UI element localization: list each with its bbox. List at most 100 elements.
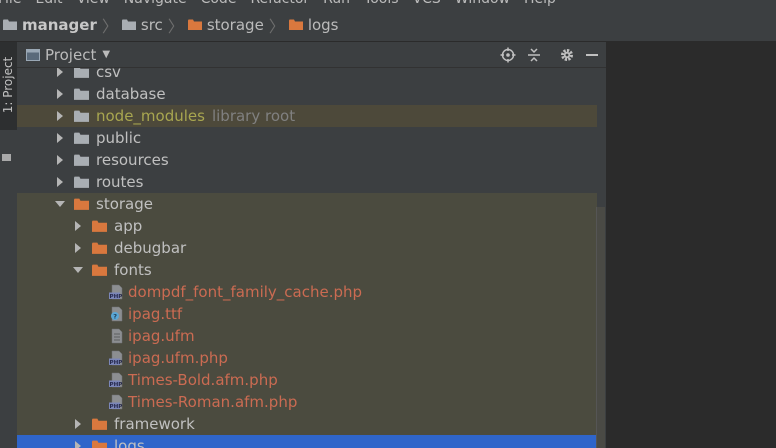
project-tool-tab[interactable]: 1: Project [0, 42, 17, 130]
breadcrumb-separator: 〉 [268, 16, 285, 36]
expanded-arrow-icon[interactable] [55, 199, 65, 209]
tree-folder-item[interactable]: app [17, 215, 597, 237]
menu-item-vcs[interactable]: VCS [413, 0, 441, 7]
tree-file-item[interactable]: ipag.ufm [17, 325, 597, 347]
menu-item-view[interactable]: View [77, 0, 110, 7]
collapse-icon[interactable] [526, 47, 542, 63]
tree-folder-item[interactable]: node_modules library root [17, 105, 597, 127]
tree-file-item[interactable]: PHP Times-Roman.afm.php [17, 391, 597, 413]
breadcrumb-item-manager[interactable]: manager 〉 [3, 13, 122, 37]
php-file-icon: PHP [109, 394, 123, 410]
tree-folder-item[interactable]: framework [17, 413, 597, 435]
tree-item-label: Times-Roman.afm.php [128, 393, 298, 411]
collapsed-arrow-icon[interactable] [55, 111, 65, 121]
php-file-icon: PHP [109, 350, 122, 366]
project-panel: Project ▼ csv database node_modules library… [17, 42, 606, 448]
menu-item-help[interactable]: Help [524, 0, 556, 7]
svg-text:PHP: PHP [110, 404, 123, 410]
panel-project-icon [26, 48, 40, 61]
folder-icon [121, 19, 136, 30]
tree-item-label: dompdf_font_family_cache.php [128, 283, 363, 301]
folder-icon [3, 19, 17, 30]
folder-icon [92, 418, 107, 430]
tree-item-label: csv [96, 68, 121, 81]
collapsed-arrow-icon[interactable] [73, 243, 83, 253]
breadcrumb-label: logs [307, 15, 339, 34]
php-file-icon: PHP [109, 284, 123, 300]
tree-file-item[interactable]: PHP Times-Bold.afm.php [17, 369, 597, 391]
unknown-file-icon: ? [111, 306, 123, 322]
tree-file-item[interactable]: PHP dompdf_font_family_cache.php [17, 281, 597, 303]
tree-folder-item[interactable]: public [17, 127, 597, 149]
collapsed-arrow-icon[interactable] [73, 441, 83, 448]
project-panel-header: Project ▼ [17, 42, 606, 68]
tree-item-label: public [96, 129, 142, 147]
view-dropdown-icon[interactable]: ▼ [102, 49, 110, 60]
library-root-label: library root [211, 107, 296, 125]
menu-item-run[interactable]: Run [323, 0, 350, 7]
menu-item-navigate[interactable]: Navigate [124, 0, 187, 7]
gear-icon[interactable] [559, 47, 575, 63]
svg-text:?: ? [113, 313, 117, 321]
breadcrumb-separator: 〉 [101, 16, 118, 36]
tree-file-item[interactable]: PHP ipag.ufm.php [17, 347, 597, 369]
text-file-icon [111, 328, 123, 344]
folder-icon [187, 19, 202, 30]
menu-item-refactor[interactable]: Refactor [250, 0, 309, 7]
svg-text:PHP: PHP [110, 294, 123, 300]
collapsed-arrow-icon[interactable] [55, 68, 65, 77]
menu-item-file[interactable]: File [0, 0, 21, 7]
tool-window-strip: 1: Project [0, 42, 18, 448]
breadcrumb-separator: 〉 [167, 16, 184, 36]
tree-item-label: framework [114, 415, 195, 433]
tree-item-label: app [114, 217, 143, 235]
menu-item-edit[interactable]: Edit [35, 0, 62, 7]
tree-item-label: ipag.ufm [128, 327, 195, 345]
tree-item-label: fonts [114, 261, 152, 279]
hide-icon[interactable] [584, 47, 600, 63]
breadcrumb-item-storage[interactable]: storage 〉 [187, 13, 289, 37]
folder-icon [288, 19, 303, 30]
collapsed-arrow-icon[interactable] [73, 419, 83, 429]
tree-folder-item[interactable]: debugbar [17, 237, 597, 259]
breadcrumb-item-logs[interactable]: logs [288, 15, 339, 34]
tree-file-item[interactable]: ? ipag.ttf [17, 303, 597, 325]
menu-bar: File Edit View Navigate Code Refactor Run Tools… [0, 0, 776, 8]
tree-item-label: ipag.ttf [128, 305, 183, 323]
tree-item-label: debugbar [114, 239, 187, 257]
collapsed-arrow-icon[interactable] [55, 89, 65, 99]
tree-folder-item[interactable]: csv [17, 68, 597, 83]
breadcrumb: manager 〉 src 〉 storage 〉 logs [0, 8, 776, 42]
tree-folder-item[interactable]: resources [17, 149, 597, 171]
scrollbar-thumb[interactable] [596, 207, 605, 448]
locate-icon[interactable] [500, 47, 516, 63]
breadcrumb-item-src[interactable]: src 〉 [121, 13, 188, 37]
tree-item-label: node_modules [96, 107, 205, 125]
collapsed-arrow-icon[interactable] [55, 177, 65, 187]
tree-item-label: logs [114, 437, 145, 448]
menu-item-code[interactable]: Code [201, 0, 237, 7]
expanded-arrow-icon[interactable] [73, 265, 83, 275]
tree-folder-item[interactable]: storage [17, 193, 597, 215]
folder-icon [74, 176, 89, 188]
menu-item-tools[interactable]: Tools [364, 0, 399, 7]
folder-icon [74, 110, 89, 122]
tree-item-label: ipag.ufm.php [128, 349, 228, 367]
folder-icon [92, 264, 107, 276]
breadcrumb-label: storage [206, 15, 264, 34]
project-tree: csv database node_modules library root publi… [17, 68, 597, 448]
menu-item-window[interactable]: Window [455, 0, 510, 7]
folder-icon [92, 220, 107, 232]
tree-item-label: resources [96, 151, 169, 169]
breadcrumb-label: manager [22, 15, 97, 34]
tree-folder-item[interactable]: logs [17, 435, 597, 448]
tree-folder-item[interactable]: routes [17, 171, 597, 193]
folder-icon [92, 242, 107, 254]
tree-folder-item[interactable]: database [17, 83, 597, 105]
collapsed-arrow-icon[interactable] [55, 133, 65, 143]
tree-folder-item[interactable]: fonts [17, 259, 597, 281]
folder-icon [74, 68, 89, 78]
collapsed-arrow-icon[interactable] [55, 155, 65, 165]
folder-icon [2, 154, 11, 161]
collapsed-arrow-icon[interactable] [73, 221, 83, 231]
